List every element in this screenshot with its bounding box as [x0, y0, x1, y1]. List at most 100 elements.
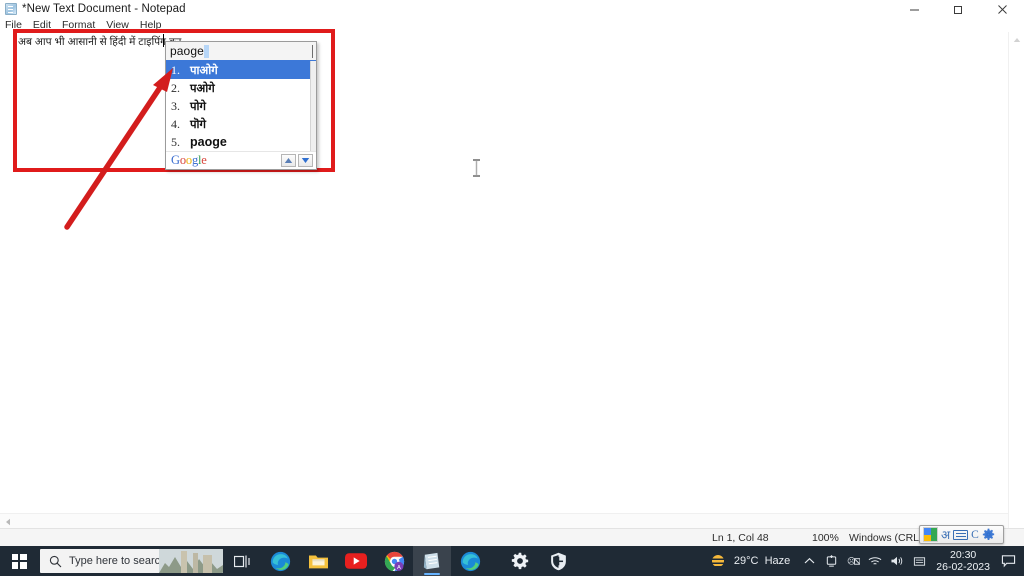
- microsoft-edge-icon: [460, 551, 480, 571]
- ime-suggestion-5-word: paoge: [190, 135, 227, 149]
- ime-suggestion-3[interactable]: 3. पोगे: [166, 97, 316, 115]
- maximize-button[interactable]: [936, 0, 980, 18]
- windows-start-icon: [11, 553, 27, 569]
- youtube-icon: [345, 553, 367, 569]
- ime-suggestion-1-number: 1.: [171, 62, 180, 77]
- menu-help[interactable]: Help: [140, 18, 162, 32]
- google-logo: Google: [171, 153, 207, 168]
- scroll-left-arrow-icon[interactable]: [0, 514, 15, 528]
- window-title: *New Text Document - Notepad: [22, 3, 186, 15]
- scroll-up-arrow-icon[interactable]: [1009, 32, 1024, 48]
- windows-taskbar: Type here to search A 29°C Haze ☹ 20:30 …: [0, 546, 1024, 576]
- ime-suggestion-2-word: पओगे: [190, 82, 215, 95]
- mouse-ibeam-cursor: [471, 159, 482, 177]
- tray-chevron-up-icon[interactable]: [798, 546, 820, 576]
- vertical-scrollbar[interactable]: [1008, 32, 1024, 528]
- ime-mode-indicator[interactable]: C: [971, 529, 979, 541]
- menu-bar: File Edit Format View Help: [0, 18, 1024, 32]
- menu-view[interactable]: View: [106, 18, 129, 32]
- taskbar-icon-youtube[interactable]: [337, 546, 375, 576]
- taskbar-icon-microsoft-edge-2[interactable]: [451, 546, 489, 576]
- ime-input-value: paoge: [170, 44, 204, 58]
- text-editor-area[interactable]: अब आप भी आसानी से हिंदी में टाइपिंग कर: [0, 32, 1024, 528]
- notepad-titlebar: *New Text Document - Notepad: [0, 0, 1024, 18]
- ime-page-up-button[interactable]: [281, 154, 296, 167]
- gear-icon: [511, 552, 529, 570]
- ime-field-caret: [312, 45, 313, 58]
- tray-onedrive-icon[interactable]: [820, 546, 842, 576]
- clock-time: 20:30: [950, 549, 977, 561]
- taskbar-icon-settings[interactable]: [501, 546, 539, 576]
- status-bar: Ln 1, Col 48 100% Windows (CRLF): [0, 528, 1024, 546]
- notepad-icon: [423, 552, 440, 569]
- ime-suggestion-popup[interactable]: paoge 1. पाओगे 2. पओगे 3. पोगे 4. पॊगे 5…: [165, 41, 317, 170]
- notification-icon: [1001, 555, 1015, 568]
- ime-input-cursor: [203, 44, 209, 58]
- ime-suggestion-3-word: पोगे: [190, 100, 206, 113]
- file-explorer-icon: [308, 554, 328, 568]
- svg-text:A: A: [396, 564, 400, 570]
- ime-suggestion-5-number: 5.: [171, 134, 180, 149]
- menu-edit[interactable]: Edit: [33, 18, 51, 32]
- desktop-screen: *New Text Document - Notepad File Edit F…: [0, 0, 1024, 576]
- taskbar-icon-windows-security[interactable]: [539, 546, 577, 576]
- tray-wifi-icon[interactable]: [864, 546, 886, 576]
- start-button[interactable]: [0, 546, 38, 576]
- menu-format[interactable]: Format: [62, 18, 95, 32]
- ime-suggestion-1-word: पाओगे: [190, 64, 218, 77]
- task-view-icon: [233, 555, 250, 567]
- taskbar-weather-widget[interactable]: 29°C Haze: [704, 553, 798, 570]
- close-button[interactable]: [980, 0, 1024, 18]
- ime-suggestion-4-word: पॊगे: [190, 118, 206, 131]
- ime-suggestion-2[interactable]: 2. पओगे: [166, 79, 316, 97]
- notepad-window: *New Text Document - Notepad File Edit F…: [0, 0, 1024, 546]
- minimize-button[interactable]: [892, 0, 936, 18]
- ime-suggestion-1[interactable]: 1. पाओगे: [166, 61, 316, 79]
- taskbar-clock[interactable]: 20:30 26-02-2023: [930, 546, 996, 576]
- menu-file[interactable]: File: [5, 18, 22, 32]
- search-highlight-thumbnail[interactable]: [159, 549, 223, 573]
- search-placeholder-text: Type here to search: [69, 555, 167, 567]
- ime-page-down-button[interactable]: [298, 154, 313, 167]
- taskbar-icon-microsoft-edge[interactable]: [261, 546, 299, 576]
- document-text: अब आप भी आसानी से हिंदी में टाइपिंग कर: [18, 36, 182, 48]
- taskbar-icon-file-explorer[interactable]: [299, 546, 337, 576]
- ime-nav-buttons: [281, 154, 313, 167]
- tray-network-icon[interactable]: ☹: [842, 546, 864, 576]
- clock-date: 26-02-2023: [936, 561, 990, 573]
- sun-haze-icon: [708, 554, 727, 567]
- status-line-ending[interactable]: Windows (CRLF): [849, 532, 929, 544]
- notification-center-button[interactable]: [996, 546, 1020, 576]
- status-zoom-level[interactable]: 100%: [812, 532, 839, 544]
- google-logo-letter-e: e: [201, 153, 207, 167]
- horizontal-scrollbar[interactable]: [0, 513, 1008, 528]
- ime-suggestion-4[interactable]: 4. पॊगे: [166, 115, 316, 133]
- search-icon: [49, 555, 62, 567]
- system-tray: 29°C Haze ☹ 20:30 26-02-2023: [704, 546, 1024, 576]
- ime-suggestion-3-number: 3.: [171, 98, 180, 113]
- gear-icon[interactable]: [982, 528, 995, 541]
- ime-popup-scroll-strip[interactable]: [310, 61, 316, 151]
- shield-icon: [550, 552, 566, 570]
- google-input-tools-icon[interactable]: [923, 527, 938, 542]
- task-view-button[interactable]: [223, 546, 261, 576]
- text-caret: [163, 34, 164, 47]
- notepad-icon: [5, 3, 17, 15]
- search-input[interactable]: Type here to search: [40, 549, 223, 573]
- taskbar-icon-google-chrome[interactable]: A: [375, 546, 413, 576]
- taskbar-icon-notepad[interactable]: [413, 546, 451, 576]
- microsoft-edge-icon: [270, 551, 290, 571]
- tray-keyboard-icon[interactable]: [908, 546, 930, 576]
- ime-input-field[interactable]: paoge: [166, 42, 316, 61]
- ime-language-indicator[interactable]: अ: [941, 528, 950, 542]
- tray-volume-icon[interactable]: [886, 546, 908, 576]
- weather-condition: Haze: [764, 555, 791, 567]
- ime-suggestion-5[interactable]: 5. paoge: [166, 133, 316, 151]
- google-logo-letter-G: G: [171, 153, 180, 167]
- ime-suggestion-2-number: 2.: [171, 80, 180, 95]
- keyboard-icon[interactable]: [953, 529, 969, 540]
- taskbar-active-indicator: [424, 573, 440, 575]
- ime-popup-footer: Google: [166, 151, 316, 169]
- google-input-tools-toolbar[interactable]: अ C: [919, 525, 1004, 544]
- weather-text: 29°C Haze: [734, 555, 790, 567]
